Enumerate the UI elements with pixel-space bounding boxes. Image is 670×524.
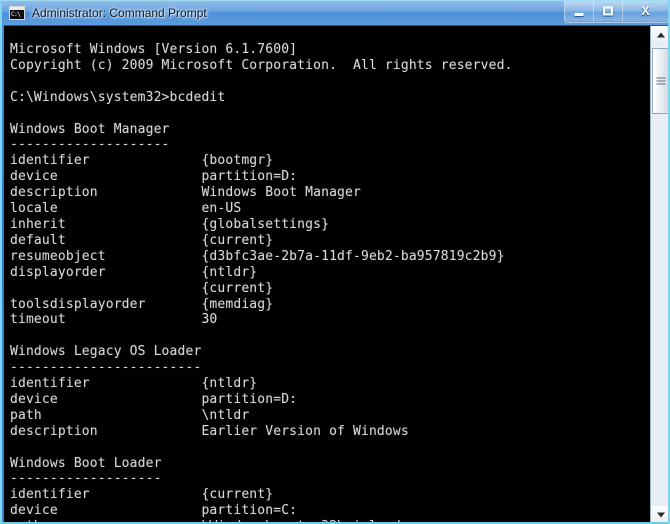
console-output: Microsoft Windows [Version 6.1.7600] Cop…	[10, 42, 513, 523]
maximize-button[interactable]	[594, 1, 623, 21]
close-button[interactable]: X	[623, 1, 668, 21]
scrollbar-thumb[interactable]	[652, 48, 668, 114]
grip-icon	[656, 76, 665, 87]
triangle-down-icon	[656, 512, 665, 518]
scroll-down-arrow-icon[interactable]	[651, 506, 668, 523]
console-client-area[interactable]: Microsoft Windows [Version 6.1.7600] Cop…	[4, 25, 668, 523]
command-prompt-icon-label: C:\	[11, 11, 21, 18]
title-bar[interactable]: C:\ Administrator: Command Prompt X	[2, 1, 668, 25]
window-title: Administrator: Command Prompt	[32, 6, 207, 20]
command-prompt-window: C:\ Administrator: Command Prompt X Micr…	[0, 0, 670, 524]
close-icon: X	[641, 4, 650, 18]
minimize-button[interactable]	[565, 1, 594, 21]
command-prompt-icon-titlestrip	[10, 7, 24, 10]
console-scrollbar[interactable]	[650, 26, 668, 523]
window-controls: X	[564, 1, 668, 23]
minimize-icon	[574, 13, 584, 17]
triangle-up-icon	[656, 32, 665, 38]
title-bar-left: C:\ Administrator: Command Prompt	[9, 4, 207, 22]
maximize-icon	[603, 6, 613, 16]
scroll-up-arrow-icon[interactable]	[651, 26, 668, 44]
command-prompt-icon[interactable]: C:\	[9, 6, 25, 20]
